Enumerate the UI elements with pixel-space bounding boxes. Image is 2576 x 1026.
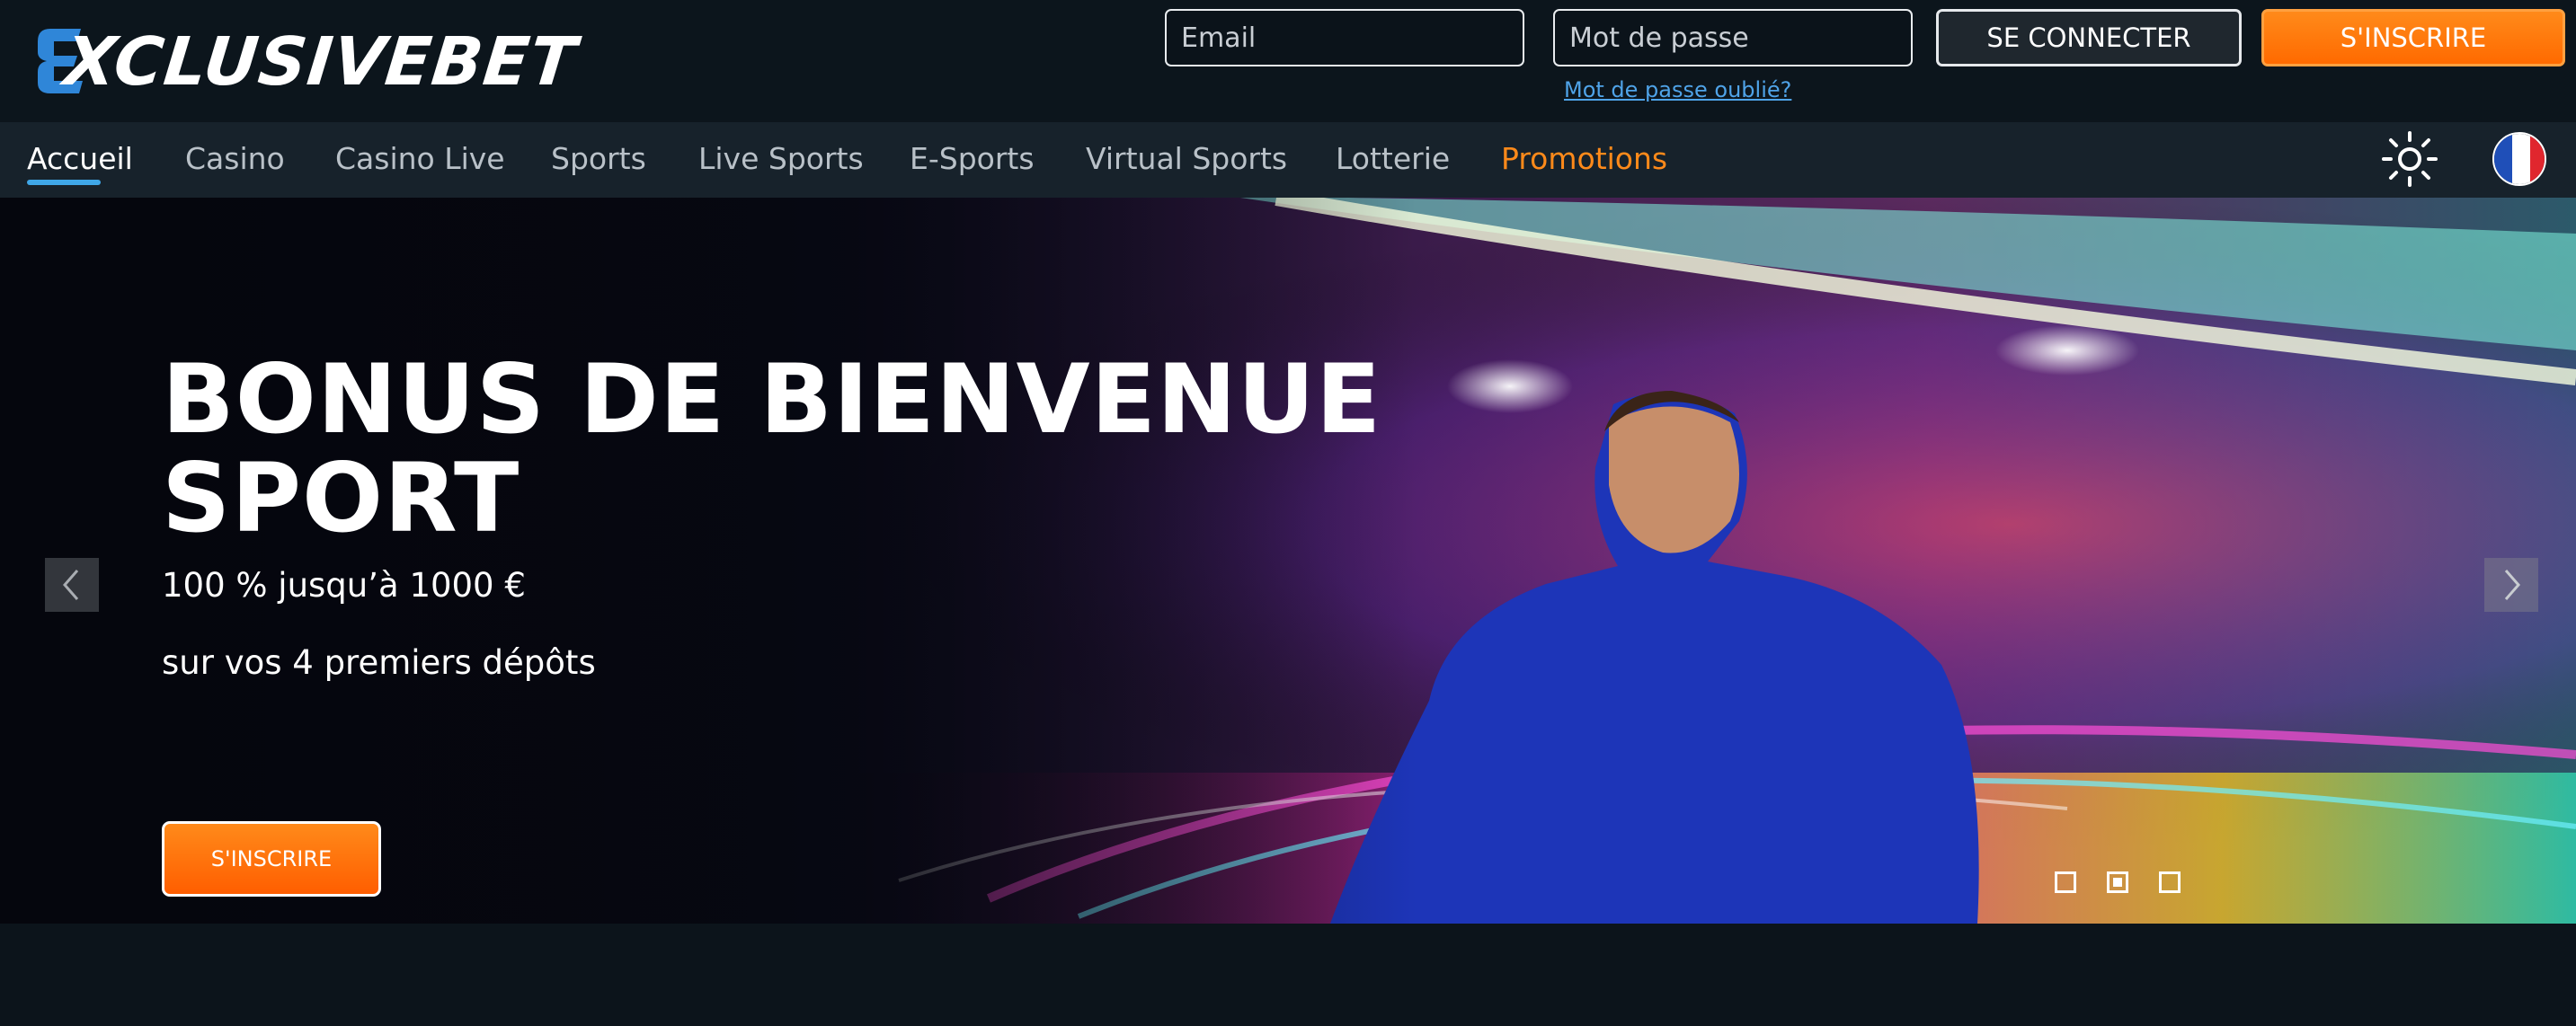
site-header: XCLUSIVEBET SE CONNECTER S'INSCRIRE Mot …: [0, 0, 2576, 122]
chevron-right-icon: [2504, 570, 2520, 600]
chevron-left-icon: [63, 570, 79, 600]
sun-icon[interactable]: [2380, 129, 2439, 189]
hero-title-line2: SPORT: [162, 443, 520, 553]
nav-item-e-sports[interactable]: E-Sports: [910, 122, 1035, 198]
hero-signup-button[interactable]: S'INSCRIRE: [162, 821, 381, 897]
hero-background-image: [0, 198, 2576, 924]
login-button[interactable]: SE CONNECTER: [1936, 9, 2242, 66]
hero-bonus-amount: 100 % jusqu’à 1000 €: [162, 566, 526, 605]
hero-banner: BONUS DE BIENVENUE SPORT 100 % jusqu’à 1…: [0, 198, 2576, 924]
hero-bonus-condition: sur vos 4 premiers dépôts: [162, 643, 596, 682]
hero-title-line1: BONUS DE BIENVENUE: [162, 344, 1382, 455]
carousel-dot-2[interactable]: [2107, 871, 2128, 893]
france-flag-icon[interactable]: [2492, 132, 2546, 186]
nav-item-live-sports[interactable]: Live Sports: [698, 122, 864, 198]
nav-item-lotterie[interactable]: Lotterie: [1336, 122, 1450, 198]
page-content-area: [0, 924, 2576, 1026]
carousel-dot-3[interactable]: [2159, 871, 2181, 893]
nav-item-virtual-sports[interactable]: Virtual Sports: [1086, 122, 1287, 198]
carousel-prev-button[interactable]: [45, 558, 99, 612]
hero-title: BONUS DE BIENVENUE SPORT: [162, 350, 1600, 548]
nav-item-casino[interactable]: Casino: [185, 122, 285, 198]
carousel-next-button[interactable]: [2484, 558, 2538, 612]
signup-button[interactable]: S'INSCRIRE: [2261, 9, 2565, 66]
carousel-dot-1[interactable]: [2055, 871, 2076, 893]
nav-item-casino-live[interactable]: Casino Live: [335, 122, 505, 198]
exclusivebet-logo[interactable]: XCLUSIVEBET: [34, 22, 617, 102]
password-input[interactable]: [1553, 9, 1913, 66]
nav-item-accueil[interactable]: Accueil: [27, 122, 133, 198]
forgot-password-link[interactable]: Mot de passe oublié?: [1564, 77, 1796, 102]
email-input[interactable]: [1165, 9, 1524, 66]
main-navigation: Accueil Casino Casino Live Sports Live S…: [0, 122, 2576, 198]
logo-text: XCLUSIVEBET: [60, 23, 581, 101]
active-tab-indicator: [27, 180, 101, 185]
nav-item-promotions[interactable]: Promotions: [1501, 122, 1667, 198]
nav-item-sports[interactable]: Sports: [551, 122, 646, 198]
